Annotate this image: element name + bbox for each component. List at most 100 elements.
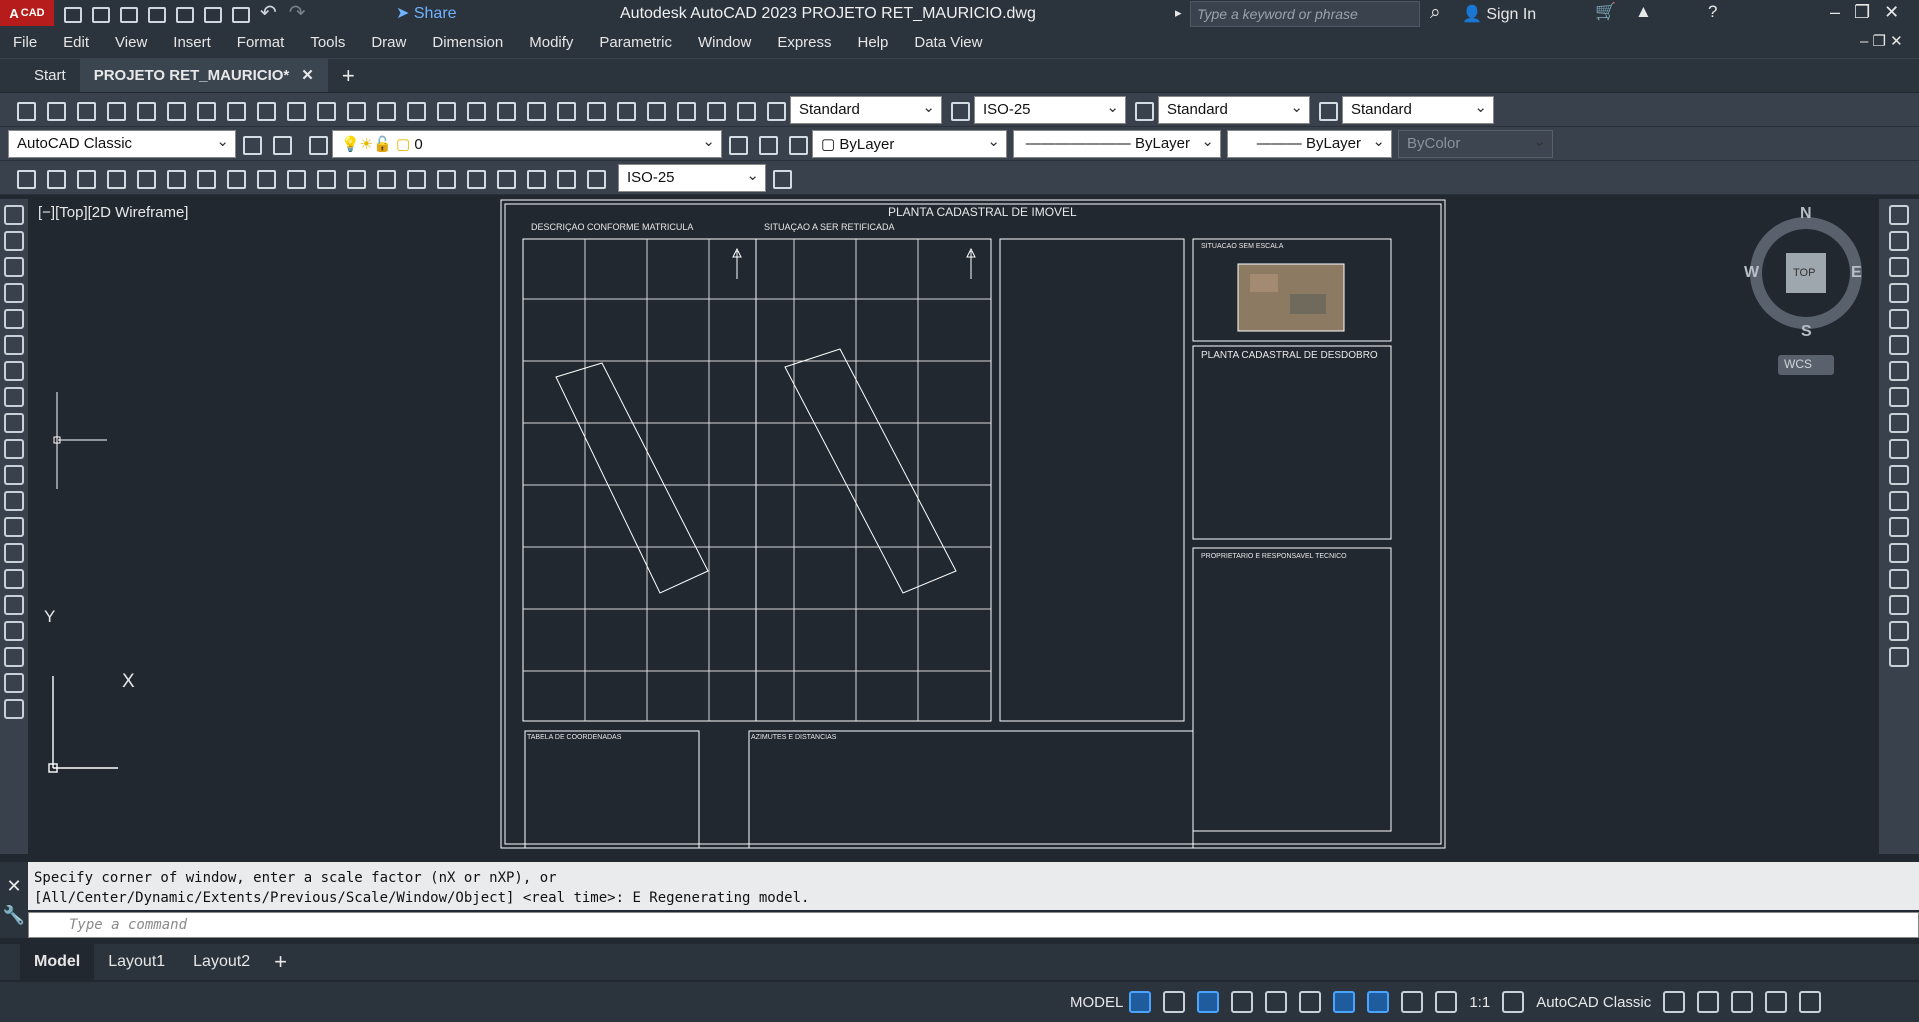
spline-icon[interactable] (4, 413, 24, 433)
viewcube-south[interactable]: S (1801, 323, 1812, 341)
fillet-icon[interactable] (1889, 595, 1909, 615)
jogged-linear-icon[interactable] (494, 167, 516, 189)
annotation-monitor-icon[interactable] (1663, 991, 1686, 1013)
extend-icon[interactable] (1889, 465, 1909, 485)
menu-express[interactable]: Express (764, 28, 844, 58)
table-style-select[interactable]: Standard (1158, 95, 1310, 124)
join-icon[interactable] (1889, 543, 1909, 563)
jogged-icon[interactable] (164, 167, 186, 189)
ellipse-arc-icon[interactable] (4, 465, 24, 485)
viewcube-east[interactable]: E (1851, 264, 1862, 282)
properties-icon[interactable] (554, 99, 576, 121)
table-style-icon[interactable] (1132, 99, 1154, 121)
annotation-scale[interactable]: 1:1 (1469, 994, 1490, 1011)
menu-view[interactable]: View (102, 28, 160, 58)
plot-style-select[interactable]: ByColor (1398, 129, 1553, 158)
layer-select[interactable]: 💡☀🔓 ▢ 0 (332, 129, 722, 158)
pan-icon[interactable] (434, 99, 456, 121)
tab-model[interactable]: Model (20, 944, 95, 980)
save-icon[interactable] (120, 6, 138, 23)
dim-break-icon[interactable] (374, 167, 396, 189)
mleader-style-icon[interactable] (1316, 99, 1338, 121)
tab-layout1[interactable]: Layout1 (94, 944, 179, 980)
dim-style-manager-icon[interactable] (770, 167, 792, 189)
viewport-label[interactable]: [−][Top][2D Wireframe] (38, 204, 188, 221)
menu-modify[interactable]: Modify (516, 28, 586, 58)
polar-icon[interactable] (1231, 991, 1254, 1013)
dwf-icon[interactable] (194, 99, 216, 121)
erase-icon[interactable] (1889, 205, 1909, 225)
match-properties-icon[interactable] (314, 99, 336, 121)
array-icon[interactable] (1889, 309, 1909, 329)
wcs-menu[interactable]: WCS (1778, 355, 1834, 375)
polyline-icon[interactable] (4, 257, 24, 277)
workspace-gear-icon[interactable] (1502, 991, 1525, 1013)
polygon-icon[interactable] (4, 283, 24, 303)
dim-style-select[interactable]: ISO-25 (974, 95, 1126, 124)
offset-icon[interactable] (1889, 283, 1909, 303)
clean-screen-icon[interactable] (1765, 991, 1788, 1013)
customization-icon[interactable] (1799, 991, 1822, 1013)
make-block-icon[interactable] (4, 517, 24, 537)
customize-command-icon[interactable]: 🔧 (0, 905, 28, 926)
menu-edit[interactable]: Edit (50, 28, 102, 58)
grid-icon[interactable] (1129, 991, 1152, 1013)
blend-icon[interactable] (1889, 621, 1909, 641)
workspace-save-icon[interactable] (270, 133, 292, 155)
tolerance-icon[interactable] (404, 167, 426, 189)
calculator-icon[interactable] (704, 99, 726, 121)
snap-icon[interactable] (1163, 991, 1186, 1013)
redo-icon[interactable]: ↷ (289, 0, 306, 25)
menu-draw[interactable]: Draw (358, 28, 419, 58)
sign-in-button[interactable]: 👤 Sign In (1462, 4, 1536, 24)
auto-scale-icon[interactable] (1401, 991, 1424, 1013)
mleader-style-select[interactable]: Standard (1342, 95, 1494, 124)
autodesk-app-icon[interactable]: ▲ (1635, 2, 1652, 22)
angular-icon[interactable] (224, 167, 246, 189)
open-icon[interactable] (44, 99, 66, 121)
menu-format[interactable]: Format (224, 28, 298, 58)
restore-icon[interactable]: ❐ (1854, 2, 1870, 23)
save-as-icon[interactable] (148, 6, 166, 23)
tab-layout2[interactable]: Layout2 (179, 944, 264, 980)
region-icon[interactable] (4, 621, 24, 641)
layer-properties-icon[interactable] (306, 133, 328, 155)
viewcube-north[interactable]: N (1800, 205, 1812, 223)
doc-window-controls[interactable]: – ❐ ✕ (1860, 32, 1903, 50)
close-tab-icon[interactable]: ✕ (301, 67, 314, 84)
dim-edit-icon[interactable] (524, 167, 546, 189)
markup-icon[interactable] (674, 99, 696, 121)
menu-dimension[interactable]: Dimension (419, 28, 516, 58)
help-icon[interactable]: ? (1708, 2, 1717, 22)
add-selected-icon[interactable] (4, 699, 24, 719)
viewcube-west[interactable]: W (1744, 264, 1759, 282)
point-icon[interactable] (4, 543, 24, 563)
new-tab-icon[interactable]: + (342, 63, 355, 89)
zoom-realtime-icon[interactable] (464, 99, 486, 121)
explode-icon[interactable] (1889, 647, 1909, 667)
copy-object-icon[interactable] (1889, 231, 1909, 251)
ellipse-icon[interactable] (4, 439, 24, 459)
baseline-icon[interactable] (284, 167, 306, 189)
object-snap-tracking-icon[interactable] (1299, 991, 1322, 1013)
workspace-select[interactable]: AutoCAD Classic (8, 129, 236, 158)
layer-state-manager-icon[interactable] (786, 133, 808, 155)
continue-icon[interactable] (314, 167, 336, 189)
dim-style-icon[interactable] (948, 99, 970, 121)
zoom-window-icon[interactable] (494, 99, 516, 121)
search-icon[interactable]: ⌕ (1430, 2, 1441, 24)
menu-parametric[interactable]: Parametric (586, 28, 685, 58)
search-input[interactable]: Type a keyword or phrase (1190, 1, 1420, 27)
mirror-icon[interactable] (1889, 257, 1909, 277)
cut-icon[interactable] (224, 99, 246, 121)
chamfer-icon[interactable] (1889, 569, 1909, 589)
preview-icon[interactable] (134, 99, 156, 121)
redo-tool-icon[interactable] (404, 99, 426, 121)
multiline-text-icon[interactable] (4, 673, 24, 693)
new-file-icon[interactable] (64, 6, 82, 23)
line-icon[interactable] (4, 205, 24, 225)
arc-icon[interactable] (4, 335, 24, 355)
inspection-icon[interactable] (464, 167, 486, 189)
search-expand-icon[interactable]: ▸ (1175, 5, 1182, 21)
close-icon[interactable]: ✕ (1884, 2, 1899, 23)
